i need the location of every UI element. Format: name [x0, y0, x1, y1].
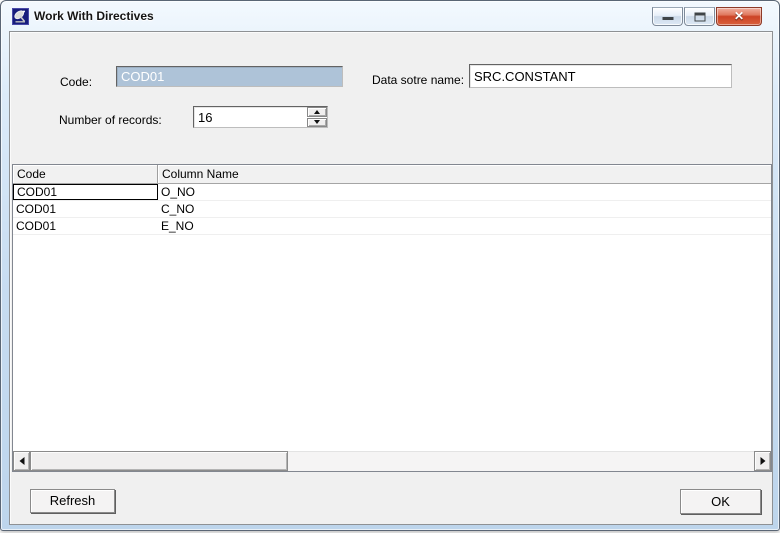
- column-header-column-name[interactable]: Column Name: [158, 165, 771, 183]
- horizontal-scrollbar[interactable]: [13, 451, 771, 471]
- data-store-name-label: Data sotre name:: [372, 73, 465, 87]
- satellite-dish-icon[interactable]: [12, 8, 29, 25]
- list-header: Code Column Name: [13, 165, 771, 184]
- column-header-code[interactable]: Code: [13, 165, 158, 183]
- code-label: Code:: [60, 75, 93, 89]
- refresh-button[interactable]: Refresh: [30, 489, 115, 513]
- spinner-down-button[interactable]: [307, 117, 327, 127]
- close-icon: ✕: [733, 9, 745, 23]
- dialog-window: Work With Directives ✕ Code: Data sotre …: [0, 0, 780, 531]
- caption-button-group: ✕: [651, 7, 762, 26]
- table-cell[interactable]: COD01: [13, 201, 158, 217]
- title-bar[interactable]: Work With Directives ✕: [1, 1, 779, 31]
- table-row[interactable]: COD01 O_NO: [13, 184, 771, 201]
- table-cell[interactable]: COD01: [13, 184, 158, 200]
- code-input: [116, 66, 343, 87]
- minimize-button[interactable]: [652, 7, 683, 26]
- records-spinner: [307, 107, 327, 127]
- table-row[interactable]: COD01 E_NO: [13, 218, 771, 235]
- number-of-records-label: Number of records:: [59, 113, 162, 127]
- table-cell[interactable]: E_NO: [158, 218, 771, 234]
- list-body: COD01 O_NO COD01 C_NO COD01 E_NO: [13, 184, 771, 235]
- table-cell[interactable]: O_NO: [158, 184, 771, 200]
- maximize-icon: [694, 12, 705, 21]
- directives-list: Code Column Name COD01 O_NO COD01 C_NO C…: [12, 164, 772, 472]
- dialog-client-area: Code: Data sotre name: Number of records…: [9, 31, 773, 525]
- scroll-left-arrow-icon[interactable]: [13, 451, 30, 471]
- spinner-up-button[interactable]: [307, 107, 327, 117]
- data-store-name-input[interactable]: [469, 64, 732, 88]
- maximize-button[interactable]: [684, 7, 715, 26]
- ok-button[interactable]: OK: [680, 489, 761, 514]
- table-cell[interactable]: C_NO: [158, 201, 771, 217]
- table-cell[interactable]: COD01: [13, 218, 158, 234]
- scrollbar-thumb[interactable]: [30, 451, 288, 471]
- minimize-icon: [662, 17, 673, 20]
- scroll-right-arrow-icon[interactable]: [754, 451, 771, 471]
- table-row[interactable]: COD01 C_NO: [13, 201, 771, 218]
- close-button[interactable]: ✕: [716, 7, 762, 26]
- window-title: Work With Directives: [34, 9, 154, 23]
